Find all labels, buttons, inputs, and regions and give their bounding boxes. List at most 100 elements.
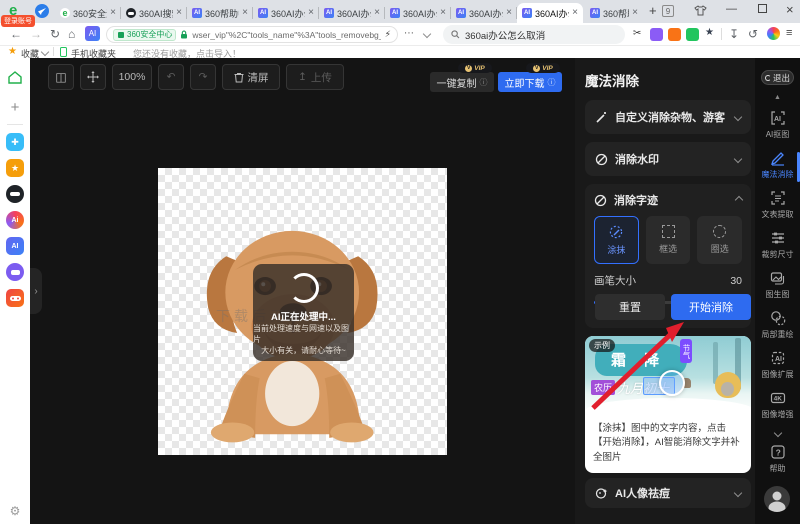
copy-label: 一键复制 [437, 75, 477, 90]
home-icon[interactable]: ⌂ [68, 27, 75, 41]
user-avatar[interactable] [764, 486, 790, 512]
tab-ai-office-2[interactable]: AI360AI办公× [319, 3, 385, 23]
messenger-icon[interactable] [35, 4, 49, 18]
section-remove-text-header[interactable]: 消除字迹 [594, 192, 742, 208]
rail-item-ai-cutout[interactable]: AI AI抠图 [755, 110, 800, 140]
settings-gear-icon[interactable]: ⚙ [10, 504, 21, 518]
favorites-dropdown-icon[interactable] [41, 48, 49, 56]
tool-box-select[interactable]: 框选 [646, 216, 691, 264]
new-tab-button[interactable]: + [649, 3, 657, 18]
exit-button[interactable]: 退出 [761, 70, 794, 85]
tab-help-2[interactable]: AI360帮助中× [585, 3, 643, 23]
add-icon[interactable]: + [11, 99, 20, 116]
sidebar-collapse-handle[interactable]: › [30, 268, 42, 314]
ai-assistant-icon[interactable]: AI [85, 26, 100, 41]
divider [53, 47, 54, 56]
tab-ai-office-active[interactable]: AI360AI办公× [517, 3, 583, 23]
360-wheel-icon[interactable] [767, 27, 780, 40]
tab-close-icon[interactable]: × [506, 8, 512, 18]
compare-view-button[interactable]: ◫ [48, 64, 74, 90]
scissors-icon[interactable]: ✂ [633, 28, 641, 39]
url-text[interactable]: wser_vip"%2C"tools_name"%3A"tools_remove… [192, 30, 380, 40]
close-button[interactable]: × [786, 2, 794, 17]
copy-button[interactable]: 一键复制ⓘ [430, 72, 494, 92]
goggles-favicon [126, 8, 136, 18]
editing-canvas[interactable]: 下载后无水印 AI正在处理中... 当前处理速度与网速以及图片 大小有关，请耐心… [158, 168, 447, 455]
scroll-down-icon[interactable] [774, 429, 782, 437]
url-bar[interactable]: 360安全中心 wser_vip"%2C"tools_name"%3A"tool… [106, 26, 398, 43]
upload-button[interactable]: ↥上传 [286, 64, 344, 90]
section-custom-erase[interactable]: 自定义消除杂物、游客 [585, 100, 751, 134]
url-dropdown-icon[interactable] [423, 30, 431, 38]
rail-item-partial-redraw[interactable]: 局部重绘 [755, 310, 800, 340]
section-remove-watermark[interactable]: 消除水印 [585, 142, 751, 176]
section-portrait-acne[interactable]: AI人像祛痘 [585, 478, 751, 508]
ai-ring-icon[interactable]: Ai [6, 211, 24, 229]
menu-icon[interactable]: ≡ [786, 27, 792, 39]
rail-item-img2img[interactable]: 图生图 [755, 270, 800, 300]
tab-close-icon[interactable]: × [242, 8, 248, 18]
robot-assistant-icon[interactable] [6, 263, 24, 281]
ai-office-icon[interactable]: AI [6, 237, 24, 255]
rail-item-magic-erase[interactable]: 魔法消除 [755, 150, 800, 180]
scroll-up-icon[interactable]: ▲ [774, 94, 781, 101]
minimize-button[interactable]: — [726, 3, 737, 15]
tab-close-icon[interactable]: × [572, 8, 578, 18]
tab-help-1[interactable]: AI360帮助中× [187, 3, 253, 23]
tab-close-icon[interactable]: × [110, 8, 116, 18]
orange-extension-icon[interactable] [668, 28, 681, 41]
games-icon[interactable] [6, 289, 24, 307]
skin-theme-icon[interactable] [694, 4, 707, 22]
rail-item-text-extract[interactable]: 文表提取 [755, 190, 800, 220]
tab-ai-search[interactable]: 360AI搜索× [121, 3, 187, 23]
tab-ai-office-3[interactable]: AI360AI办公× [385, 3, 451, 23]
zoom-level-button[interactable]: 100% [112, 64, 152, 90]
forward-icon[interactable]: → [30, 27, 42, 41]
ime-badge-icon[interactable]: 9 [662, 5, 674, 17]
reset-button[interactable]: 重置 [595, 294, 665, 320]
ai-favicon: AI [192, 8, 202, 18]
history-icon[interactable]: ↺ [748, 27, 758, 41]
tab-close-icon[interactable]: × [176, 8, 182, 18]
green-extension-icon[interactable] [686, 28, 699, 41]
search-box[interactable] [443, 25, 625, 44]
security-center-badge[interactable]: 360安全中心 [113, 29, 176, 41]
nav-tool-icon[interactable]: ✚ [6, 133, 24, 151]
download-now-button[interactable]: 立即下载ⓘ [498, 72, 562, 92]
rail-item-image-expand[interactable]: AI 图像扩展 [755, 350, 800, 380]
rail-item-label: 图像扩展 [762, 369, 794, 380]
login-account-badge[interactable]: 登录账号 [1, 15, 35, 27]
start-erase-button[interactable]: 开始消除 [671, 294, 751, 320]
back-icon[interactable]: ← [10, 27, 22, 41]
more-actions-icon[interactable]: ⋯ [404, 28, 414, 39]
redo-button[interactable]: ↷ [190, 64, 216, 90]
tab-close-icon[interactable]: × [374, 8, 380, 18]
maximize-button[interactable] [758, 4, 767, 13]
home-nav-icon[interactable] [7, 70, 23, 85]
star-app-icon[interactable]: ★ [6, 159, 24, 177]
undo-button[interactable]: ↶ [158, 64, 184, 90]
reload-icon[interactable]: ↻ [50, 27, 60, 41]
section-watermark-label: 消除水印 [615, 151, 659, 167]
search-input[interactable] [465, 29, 605, 40]
tab-close-icon[interactable]: × [440, 8, 446, 18]
rail-item-crop-size[interactable]: 裁剪尺寸 [755, 230, 800, 260]
rail-item-image-enhance[interactable]: 4K 图像增强 [755, 390, 800, 420]
tab-close-icon[interactable]: × [632, 8, 638, 18]
ai-search-goggles-icon[interactable] [6, 185, 24, 203]
tool-lasso-select[interactable]: 圈选 [697, 216, 742, 264]
rail-item-help[interactable]: ? 帮助 [755, 444, 800, 474]
purple-extension-icon[interactable] [650, 28, 663, 41]
tab-ai-office-1[interactable]: AI360AI办公× [253, 3, 319, 23]
tool-smear[interactable]: 涂抹 [594, 216, 639, 264]
favorites-star-icon[interactable]: ★ [8, 46, 17, 57]
extensions-star-icon[interactable]: ★ [705, 27, 714, 38]
tab-360-browser[interactable]: e360安全浏× [55, 3, 121, 23]
clear-canvas-button[interactable]: 清屏 [222, 64, 280, 90]
move-tool-button[interactable] [80, 64, 106, 90]
tab-close-icon[interactable]: × [308, 8, 314, 18]
tab-ai-office-4[interactable]: AI360AI办公× [451, 3, 517, 23]
lightning-icon[interactable]: ⚡ [385, 29, 391, 40]
tab-label: 360AI办公 [337, 7, 371, 20]
download-icon[interactable]: ↧ [729, 27, 739, 41]
